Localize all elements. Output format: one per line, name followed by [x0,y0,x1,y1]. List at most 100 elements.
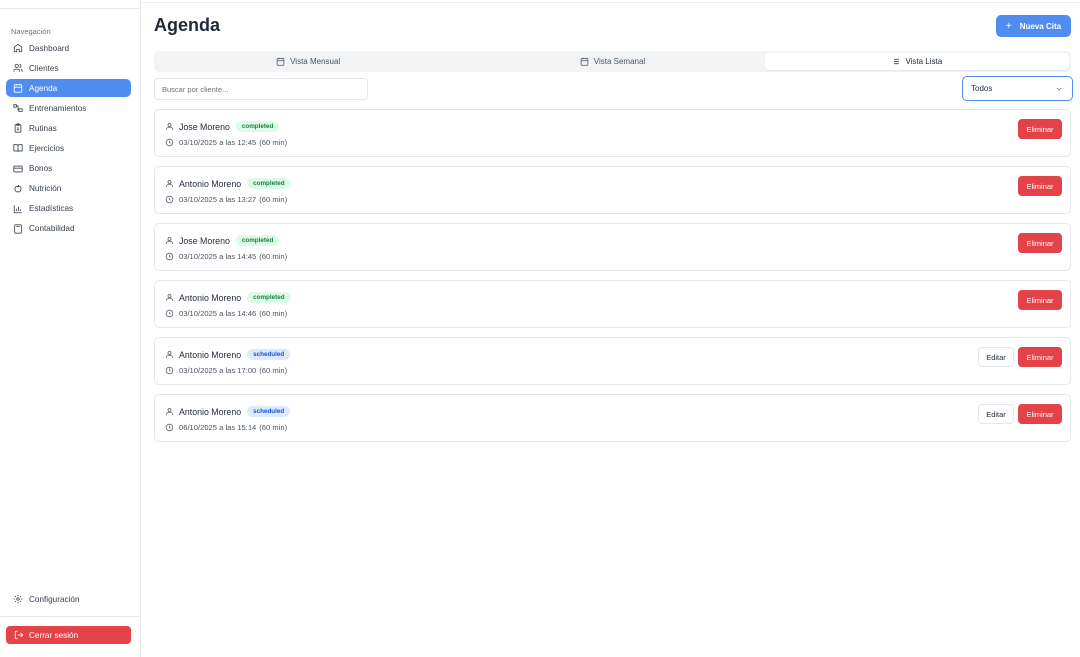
search-input[interactable] [154,78,368,100]
delete-label: Eliminar [1026,295,1054,305]
appointment-card: Jose Moreno completed 03/10/2025 a las 12:… [154,109,1071,157]
appointment-duration: (60 min) [259,366,288,375]
status-filter-value: Todos [971,84,993,93]
users-icon [12,63,23,74]
appointment-actions: Eliminar [1018,119,1062,139]
sidebar-item-entrenamientos[interactable]: Entrenamientos [6,99,131,117]
sidebar-item-agenda[interactable]: Agenda [6,79,131,98]
logout-label: Cerrar sesión [29,630,79,640]
appointment-time: 03/10/2025 a las 17:00 (60 min) [165,366,287,375]
edit-label: Editar [986,409,1006,419]
appointment-duration: (60 min) [259,423,288,432]
dumbbell-icon [12,103,23,114]
client-name: Antonio Moreno [179,178,242,189]
calendar-icon [580,57,594,66]
sidebar-item-contabilidad[interactable]: Contabilidad [6,220,131,238]
credit-card-icon [12,163,23,174]
calendar-icon [12,83,23,94]
sidebar-item-label: Ejercicios [29,143,65,153]
appointment-time: 03/10/2025 a las 14:46 (60 min) [165,309,287,318]
edit-button[interactable]: Editar [978,347,1014,367]
appointment-card: Antonio Moreno scheduled 03/10/2025 a las … [154,337,1071,385]
plus-icon: + [1005,20,1012,32]
sidebar-item-label: Dashboard [29,43,70,53]
user-icon [165,236,174,245]
nav-section-label: Navegación [11,27,51,36]
tab-label: Vista Semanal [593,57,646,66]
page-title: Agenda [154,15,221,35]
delete-button[interactable]: Eliminar [1018,119,1062,139]
appointment-datetime: 03/10/2025 a las 17:00 [179,366,257,375]
delete-button[interactable]: Eliminar [1018,233,1062,253]
book-icon [12,143,23,154]
sidebar-item-rutinas[interactable]: Rutinas [6,119,131,137]
apple-icon [12,183,23,194]
appointment-header: Antonio Moreno completed [165,292,291,303]
tab-vista-semanal[interactable]: Vista Semanal [460,53,764,70]
sidebar-item-label: Clientes [29,63,59,73]
calendar-icon [276,57,290,66]
sidebar-item-configuracion[interactable]: Configuración [6,590,131,608]
appointment-header: Jose Moreno completed [165,235,280,246]
appointment-datetime: 03/10/2025 a las 14:45 [179,252,257,261]
sidebar-item-label: Nutrición [29,184,62,194]
sidebar-item-estadisticas[interactable]: Estadísticas [6,200,131,218]
client-name: Jose Moreno [179,121,230,132]
sidebar-item-label: Contabilidad [29,224,75,234]
appointment-list: Jose Moreno completed 03/10/2025 a las 12:… [154,109,1071,451]
divider [0,616,140,617]
sidebar-item-ejercicios[interactable]: Ejercicios [6,139,131,157]
main-content: Agenda + Nueva Cita Vista Mensual Vista S… [141,0,1080,657]
new-appointment-label: Nueva Cita [1019,21,1062,31]
view-tabs: Vista Mensual Vista Semanal Vista Lista [154,51,1071,72]
appointment-header: Antonio Moreno scheduled [165,406,291,417]
sidebar-item-bonos[interactable]: Bonos [6,160,131,178]
user-icon [165,350,174,359]
delete-button[interactable]: Eliminar [1018,176,1062,196]
new-appointment-button[interactable]: + Nueva Cita [996,15,1071,37]
user-icon [165,122,174,131]
calculator-icon [12,223,23,234]
tab-label: Vista Lista [905,57,943,66]
logout-button[interactable]: Cerrar sesión [6,626,131,644]
list-icon [891,57,905,66]
clock-icon [165,366,174,375]
tab-vista-mensual[interactable]: Vista Mensual [156,53,460,70]
home-icon [12,43,23,54]
delete-button[interactable]: Eliminar [1018,347,1062,367]
appointment-datetime: 03/10/2025 a las 14:46 [179,309,257,318]
user-icon [165,407,174,416]
appointment-actions: Eliminar [1018,290,1062,310]
appointment-duration: (60 min) [259,195,288,204]
logout-icon [13,630,24,641]
appointment-card: Jose Moreno completed 03/10/2025 a las 14:… [154,223,1071,271]
edit-label: Editar [986,352,1006,362]
delete-button[interactable]: Eliminar [1018,404,1062,424]
appointment-datetime: 06/10/2025 a las 15:14 [179,423,257,432]
appointment-actions: Eliminar [1018,176,1062,196]
clock-icon [165,252,174,261]
tab-label: Vista Mensual [290,57,341,66]
client-name: Antonio Moreno [179,406,242,417]
sidebar-item-nutricion[interactable]: Nutrición [6,180,131,198]
appointment-duration: (60 min) [259,309,288,318]
appointment-datetime: 03/10/2025 a las 12:45 [179,138,257,147]
appointment-duration: (60 min) [259,138,288,147]
edit-button[interactable]: Editar [978,404,1014,424]
delete-button[interactable]: Eliminar [1018,290,1062,310]
sidebar-item-label: Configuración [29,594,80,604]
sidebar-item-dashboard[interactable]: Dashboard [6,39,131,57]
tab-vista-lista[interactable]: Vista Lista [764,53,1069,70]
appointment-card: Antonio Moreno scheduled 06/10/2025 a las … [154,394,1071,442]
appointment-time: 03/10/2025 a las 12:45 (60 min) [165,138,287,147]
nav-list: Dashboard Clientes Agenda Entrenamientos Rut… [6,39,131,240]
appointment-datetime: 03/10/2025 a las 13:27 [179,195,257,204]
sidebar-item-label: Bonos [29,164,53,174]
status-filter-select[interactable]: Todos [962,76,1073,101]
status-badge: scheduled [247,349,291,360]
appointment-header: Jose Moreno completed [165,121,280,132]
status-badge: completed [247,178,291,189]
delete-label: Eliminar [1026,352,1054,362]
user-icon [165,179,174,188]
sidebar-item-clientes[interactable]: Clientes [6,59,131,77]
